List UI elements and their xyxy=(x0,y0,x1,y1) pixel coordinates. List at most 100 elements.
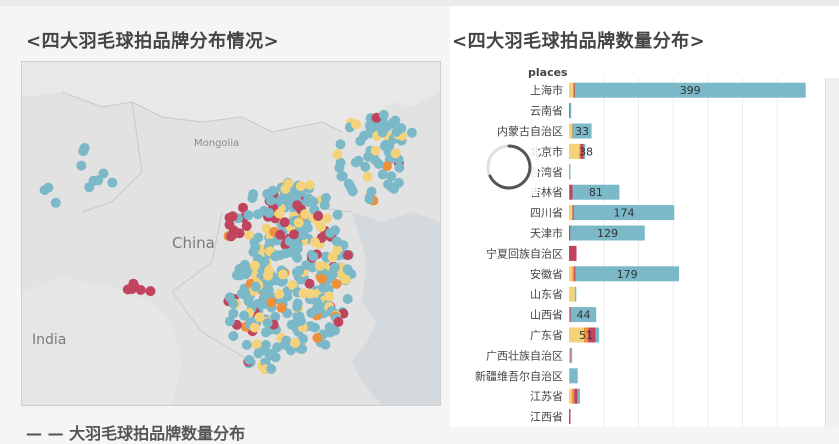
map-dot[interactable] xyxy=(264,350,275,361)
map-dot[interactable] xyxy=(107,177,118,188)
map-dot[interactable] xyxy=(377,127,388,138)
map-dot[interactable] xyxy=(240,288,251,299)
bar-segment[interactable] xyxy=(569,266,573,282)
map-dot[interactable] xyxy=(308,196,319,207)
map-dot[interactable] xyxy=(310,322,320,333)
map-dot[interactable] xyxy=(276,194,287,205)
map-dot[interactable] xyxy=(308,251,319,262)
map-dot[interactable] xyxy=(275,229,286,240)
map-dot[interactable] xyxy=(351,119,362,130)
bar-segment[interactable] xyxy=(569,103,572,119)
map-dot[interactable] xyxy=(391,126,402,137)
map-dot[interactable] xyxy=(252,209,263,220)
map-dot[interactable] xyxy=(318,282,329,293)
map-dot[interactable] xyxy=(279,217,290,228)
chart-scrollbar[interactable] xyxy=(825,78,839,427)
map-dot[interactable] xyxy=(266,297,277,308)
map-dot[interactable] xyxy=(262,317,273,328)
map-dot[interactable] xyxy=(261,327,271,338)
map-dot[interactable] xyxy=(281,335,292,346)
bar-segment[interactable] xyxy=(570,347,573,363)
bar-chart[interactable]: places上海市 399云南省内蒙古自治区 33北京市 38台湾省吉林省 81四川省 1… xyxy=(450,58,839,427)
map-dot[interactable] xyxy=(334,162,345,173)
map-dot[interactable] xyxy=(274,208,285,219)
map-dot[interactable] xyxy=(135,285,146,295)
map-dot[interactable] xyxy=(331,278,342,289)
map-dot[interactable] xyxy=(293,217,304,228)
map-dot[interactable] xyxy=(304,179,315,190)
map-dot[interactable] xyxy=(226,231,237,242)
bar-segment[interactable] xyxy=(595,327,600,343)
map-dot[interactable] xyxy=(378,109,389,120)
map-dot[interactable] xyxy=(266,364,277,374)
map-canvas[interactable] xyxy=(22,62,440,405)
map-dot[interactable] xyxy=(324,291,335,302)
bar-segment[interactable] xyxy=(571,388,575,404)
map-dot[interactable] xyxy=(390,115,401,126)
map-dot[interactable] xyxy=(248,247,259,257)
map-dot[interactable] xyxy=(290,337,301,348)
map-dot[interactable] xyxy=(389,183,400,194)
map-dot[interactable] xyxy=(292,301,302,312)
map-dot[interactable] xyxy=(340,274,351,285)
map-dot[interactable] xyxy=(390,148,401,159)
map-dot[interactable] xyxy=(276,302,287,313)
map-dot[interactable] xyxy=(336,171,347,182)
map-dot[interactable] xyxy=(285,247,296,258)
map-dot[interactable] xyxy=(262,188,273,199)
map-dot[interactable] xyxy=(311,304,322,315)
map-dot[interactable] xyxy=(249,260,260,271)
map-dot[interactable] xyxy=(79,142,90,153)
map-dot[interactable] xyxy=(319,200,330,211)
map-dot[interactable] xyxy=(294,311,305,322)
map-dot[interactable] xyxy=(289,229,299,240)
map-dot[interactable] xyxy=(327,252,338,263)
map-dot[interactable] xyxy=(270,251,281,262)
bar-segment[interactable] xyxy=(569,82,574,98)
map-dot[interactable] xyxy=(145,286,156,297)
bar-segment[interactable] xyxy=(577,388,580,404)
map-dot[interactable] xyxy=(322,213,333,224)
map-dot[interactable] xyxy=(310,237,320,248)
map-dot[interactable] xyxy=(377,169,388,180)
map-dot[interactable] xyxy=(373,159,384,169)
map-dot[interactable] xyxy=(370,145,381,156)
map-dot[interactable] xyxy=(312,332,323,343)
map-dot[interactable] xyxy=(235,270,246,281)
map-dot[interactable] xyxy=(241,339,252,350)
map-dot[interactable] xyxy=(264,265,275,276)
map-dot[interactable] xyxy=(317,273,327,284)
map-dot[interactable] xyxy=(386,171,397,182)
map-dot[interactable] xyxy=(274,289,285,300)
map-dot[interactable] xyxy=(280,184,291,194)
map-dot[interactable] xyxy=(264,208,275,218)
map-dot[interactable] xyxy=(249,322,260,333)
map-dot[interactable] xyxy=(406,127,417,138)
map-dot[interactable] xyxy=(224,292,235,303)
map-dot[interactable] xyxy=(244,354,255,365)
map-dot[interactable] xyxy=(331,236,342,247)
map-dot[interactable] xyxy=(248,189,259,200)
map-dot[interactable] xyxy=(298,229,309,240)
map-dot[interactable] xyxy=(342,294,353,304)
bar-segment[interactable] xyxy=(569,123,572,139)
map-dot[interactable] xyxy=(253,232,264,243)
map-dot[interactable] xyxy=(98,168,109,179)
bar-segment[interactable] xyxy=(569,164,571,180)
map-dot[interactable] xyxy=(76,160,87,171)
china-map[interactable]: Mongolia China India xyxy=(21,61,441,406)
map-dot[interactable] xyxy=(362,171,373,182)
map-dot[interactable] xyxy=(342,250,353,261)
map-dot[interactable] xyxy=(277,269,288,280)
bar-segment[interactable] xyxy=(569,143,580,159)
bar-segment[interactable] xyxy=(572,266,575,282)
map-dot[interactable] xyxy=(332,149,343,160)
map-dot[interactable] xyxy=(364,194,375,205)
bar-segment[interactable] xyxy=(574,388,578,404)
bar-segment[interactable] xyxy=(569,205,573,221)
bar-segment[interactable] xyxy=(569,409,571,425)
map-dot[interactable] xyxy=(224,212,235,223)
map-dot[interactable] xyxy=(295,181,306,192)
map-dot[interactable] xyxy=(353,155,364,166)
map-dot[interactable] xyxy=(253,348,264,359)
